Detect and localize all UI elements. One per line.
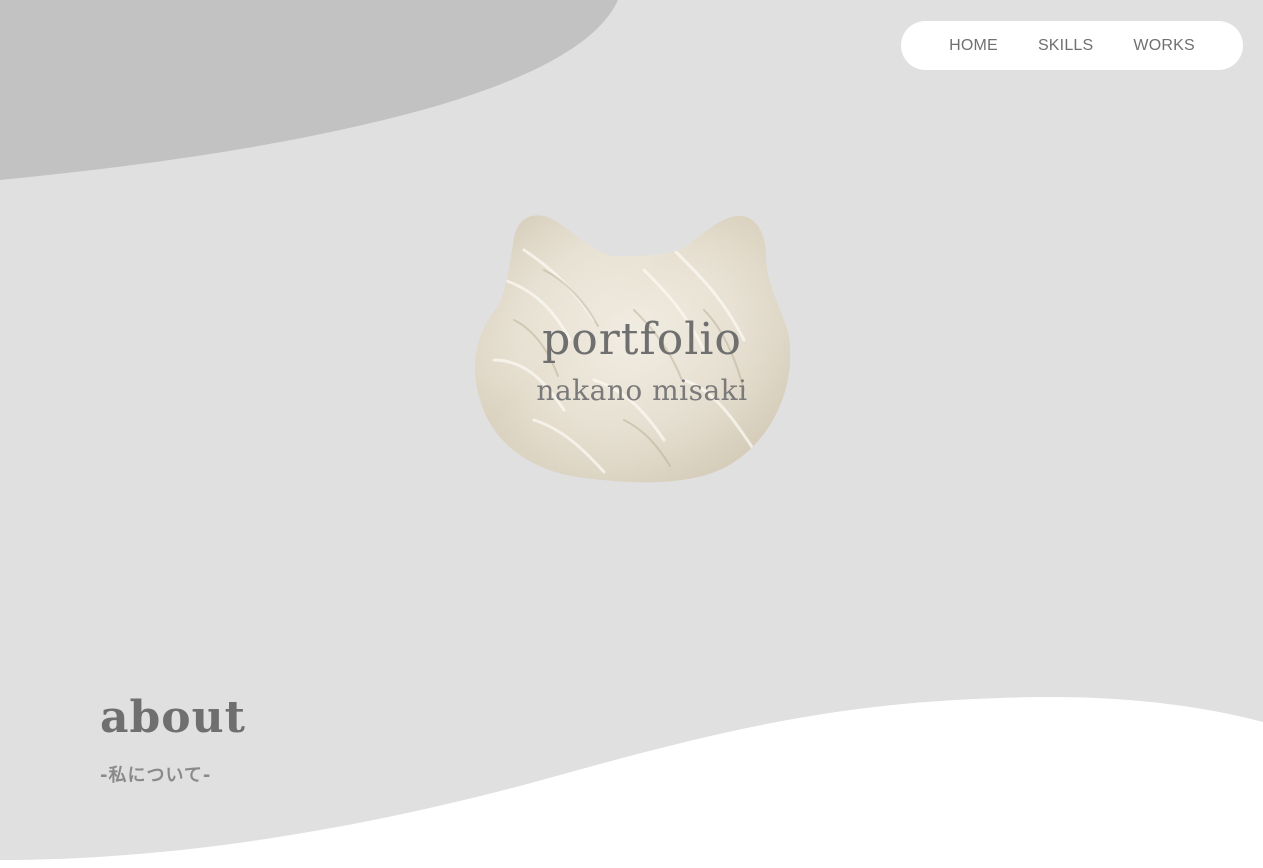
hero-cat-logo: portfolio nakano misaki <box>474 210 790 486</box>
about-subheading: -私について- <box>100 765 212 786</box>
hero-subtitle: nakano misaki <box>536 374 748 407</box>
top-nav: HOME SKILLS WORKS <box>901 21 1243 70</box>
page: HOME SKILLS WORKS portfolio nakano misak… <box>0 0 1263 868</box>
hero-title: portfolio <box>542 314 742 365</box>
about-heading: about <box>100 692 246 743</box>
top-left-blob <box>0 0 618 180</box>
nav-home-link[interactable]: HOME <box>929 37 1018 55</box>
nav-works-link[interactable]: WORKS <box>1113 37 1214 55</box>
nav-skills-link[interactable]: SKILLS <box>1018 37 1113 55</box>
